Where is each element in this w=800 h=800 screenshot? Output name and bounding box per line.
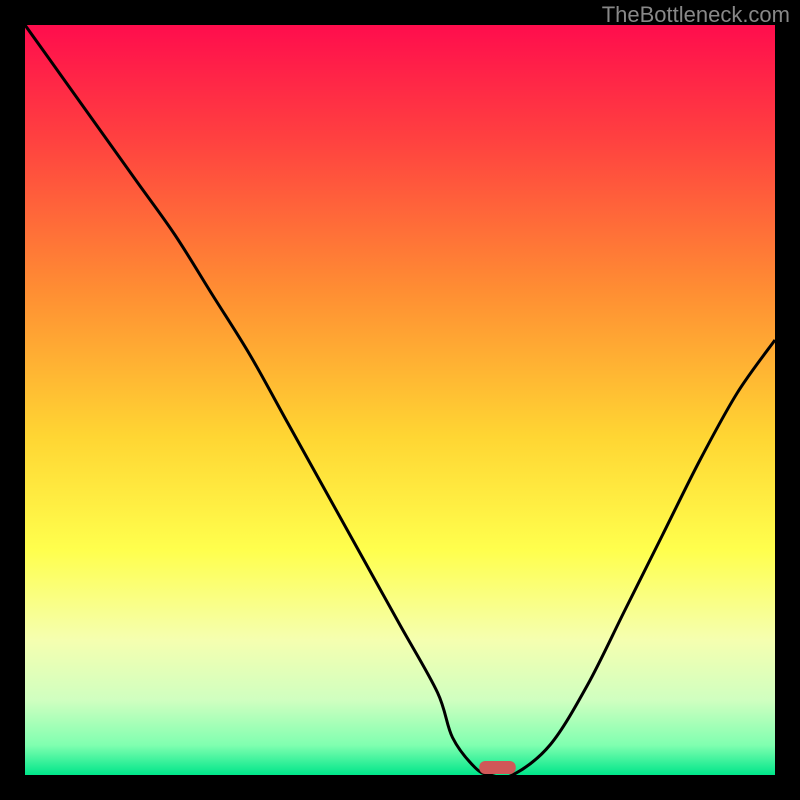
watermark-text: TheBottleneck.com xyxy=(602,2,790,28)
chart-svg xyxy=(25,25,775,775)
chart-container: TheBottleneck.com xyxy=(0,0,800,800)
optimal-marker xyxy=(479,761,516,774)
plot-area xyxy=(25,25,775,775)
chart-background xyxy=(25,25,775,775)
